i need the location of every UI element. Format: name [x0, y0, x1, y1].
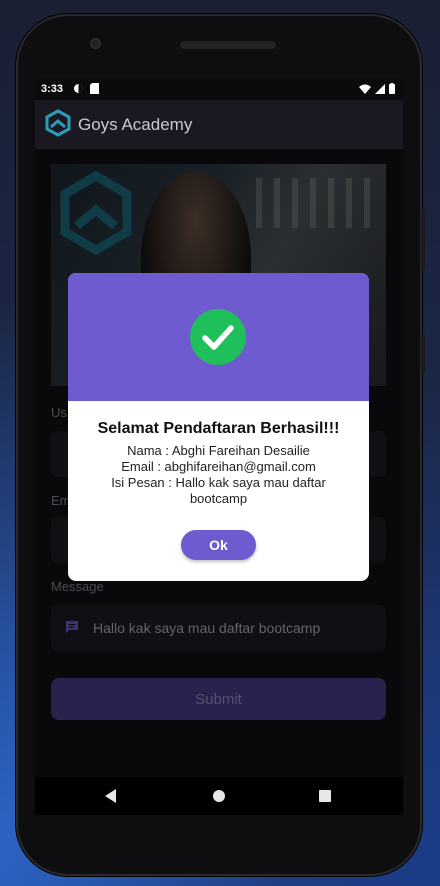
signal-icon	[375, 83, 385, 94]
app-title: Goys Academy	[78, 115, 193, 134]
battery-icon	[389, 83, 395, 94]
volume-button	[421, 209, 425, 269]
ok-button[interactable]: Ok	[181, 530, 256, 560]
dialog-header	[68, 273, 369, 401]
dialog-message-line: Isi Pesan : Hallo kak saya mau daftar	[111, 475, 326, 490]
sync-icon	[74, 84, 83, 93]
front-camera	[90, 38, 101, 49]
hexagon-logo-icon	[45, 109, 71, 137]
success-badge	[190, 309, 246, 365]
status-bar: 3:33	[35, 79, 403, 100]
power-button	[421, 334, 425, 374]
wifi-icon	[359, 84, 371, 94]
back-icon[interactable]	[105, 789, 116, 803]
app-bar: Goys Academy	[35, 100, 403, 149]
earpiece-speaker	[180, 41, 276, 49]
recent-apps-icon[interactable]	[319, 790, 331, 802]
dialog-title: Selamat Pendaftaran Berhasil!!!	[97, 420, 340, 437]
dialog-message-line-2: bootcamp	[189, 491, 248, 506]
check-icon	[202, 325, 234, 350]
navigation-bar	[35, 777, 403, 815]
home-icon[interactable]	[213, 790, 225, 802]
success-dialog: Selamat Pendaftaran Berhasil!!! Nama : A…	[68, 273, 369, 581]
status-time: 3:33	[41, 83, 64, 95]
sd-card-icon	[90, 83, 99, 94]
dialog-email-line: Email : abghifareihan@gmail.com	[121, 459, 316, 474]
dialog-name-line: Nama : Abghi Fareihan Desailie	[127, 443, 310, 458]
